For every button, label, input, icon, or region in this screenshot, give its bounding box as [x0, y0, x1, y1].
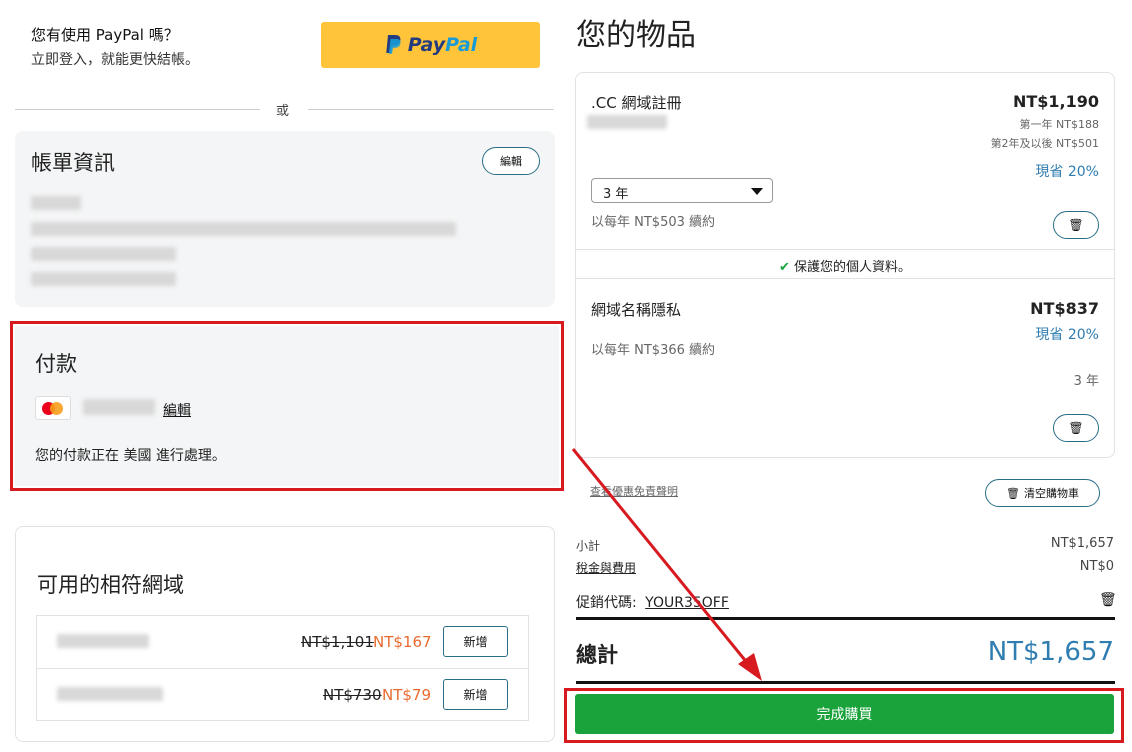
subtotal-value: NT$1,657 [1050, 536, 1114, 551]
total-label: 總計 [576, 643, 618, 667]
list-item: NT$730 NT$79 新增 [37, 669, 528, 720]
later-years-price: 第2年及以後 NT$501 [990, 137, 1099, 150]
billing-panel: 帳單資訊 編輯 [15, 131, 555, 307]
disclaimer-link[interactable]: 查看優惠免責聲明 [590, 483, 678, 499]
billing-name-redacted [31, 196, 81, 210]
card-number-redacted [83, 399, 155, 415]
subtotal-label: 小計 [576, 539, 601, 553]
trash-icon: 🗑 [1006, 486, 1020, 500]
paypal-subtext: 立即登入，就能更快結帳。 [31, 52, 199, 68]
promo-remove-icon[interactable]: 🗑 [1099, 592, 1117, 608]
renew-text: 以每年 NT$366 續約 [591, 343, 716, 358]
billing-email-redacted [31, 247, 176, 261]
protect-divider-bottom [576, 278, 1114, 279]
total-rule-top [576, 617, 1115, 620]
paypal-logo-icon [386, 35, 401, 54]
item-domain-redacted [587, 115, 667, 129]
item-price: NT$1,190 [1012, 92, 1099, 111]
savings-label: 現省 20% [1035, 327, 1099, 343]
protect-notice: ✔ 保護您的個人資料。 [576, 256, 1114, 275]
protect-notice-text: 保護您的個人資料。 [794, 260, 912, 275]
total-rule-bottom [576, 681, 1115, 684]
payment-panel: 付款 編輯 您的付款正在 美國 進行處理。 [15, 326, 559, 486]
delete-item-button[interactable]: 🗑 [1053, 414, 1099, 442]
item-price: NT$837 [1030, 299, 1099, 318]
clear-cart-label: 清空購物車 [1023, 487, 1079, 500]
suggestions-panel: 可用的相符網域 NT$1,101 NT$167 新增 NT$730 NT$79 … [15, 526, 555, 742]
paypal-button[interactable]: PayPal [321, 22, 540, 68]
payment-processing-text: 您的付款正在 美國 進行處理。 [35, 448, 226, 464]
suggested-domain-redacted [57, 634, 149, 648]
chevron-down-icon [751, 188, 763, 195]
first-year-price: 第一年 NT$188 [1019, 118, 1099, 131]
payment-edit-link[interactable]: 編輯 [163, 400, 191, 420]
payment-title: 付款 [35, 352, 77, 376]
billing-address-redacted [31, 222, 456, 236]
savings-label: 現省 20% [1035, 164, 1099, 180]
trash-icon: 🗑 [1068, 218, 1084, 232]
add-domain-button[interactable]: 新增 [443, 626, 508, 657]
cart-title: 您的物品 [576, 18, 696, 53]
add-domain-button[interactable]: 新增 [443, 679, 508, 710]
promo-row: 促銷代碼: YOUR35OFF [576, 592, 729, 612]
new-price: NT$79 [382, 686, 432, 704]
suggestions-title: 可用的相符網域 [37, 573, 184, 597]
divider-line-left [15, 109, 260, 110]
clear-cart-button[interactable]: 🗑 清空購物車 [985, 479, 1100, 507]
suggested-domain-redacted [57, 687, 163, 701]
billing-title: 帳單資訊 [31, 151, 115, 175]
suggestions-list: NT$1,101 NT$167 新增 NT$730 NT$79 新增 [36, 615, 529, 721]
item-name: 網域名稱隱私 [591, 301, 682, 319]
trash-icon: 🗑 [1068, 421, 1084, 435]
paypal-word-pal: Pal [445, 34, 478, 56]
new-price: NT$167 [373, 633, 432, 651]
item-name: .CC 網域註冊 [591, 94, 682, 112]
list-item: NT$1,101 NT$167 新增 [37, 616, 528, 669]
mastercard-icon [35, 396, 71, 420]
delete-item-button[interactable]: 🗑 [1053, 211, 1099, 239]
checkmark-icon: ✔ [778, 260, 790, 275]
promo-code: YOUR35OFF [645, 595, 729, 611]
divider-line-right [308, 109, 554, 110]
tax-value: NT$0 [1079, 559, 1114, 574]
term-select-value: 3 年 [603, 187, 629, 202]
promo-label: 促銷代碼: [576, 595, 637, 611]
complete-purchase-button[interactable]: 完成購買 [575, 694, 1114, 734]
protect-divider-top [576, 249, 1114, 250]
tax-link[interactable]: 稅金與費用 [576, 559, 636, 576]
term-label: 3 年 [1073, 374, 1099, 389]
paypal-question: 您有使用 PayPal 嗎？ [31, 26, 179, 44]
billing-edit-button[interactable]: 編輯 [482, 147, 540, 175]
cart-items-panel: .CC 網域註冊 NT$1,190 第一年 NT$188 第2年及以後 NT$5… [575, 72, 1115, 458]
divider-or: 或 [276, 104, 290, 119]
renew-text: 以每年 NT$503 續約 [591, 215, 716, 230]
old-price: NT$1,101 [301, 633, 374, 651]
total-value: NT$1,657 [987, 637, 1114, 667]
paypal-word-pay: Pay [407, 34, 446, 56]
term-select[interactable]: 3 年 [591, 178, 773, 203]
billing-phone-redacted [31, 272, 176, 286]
old-price: NT$730 [323, 686, 382, 704]
